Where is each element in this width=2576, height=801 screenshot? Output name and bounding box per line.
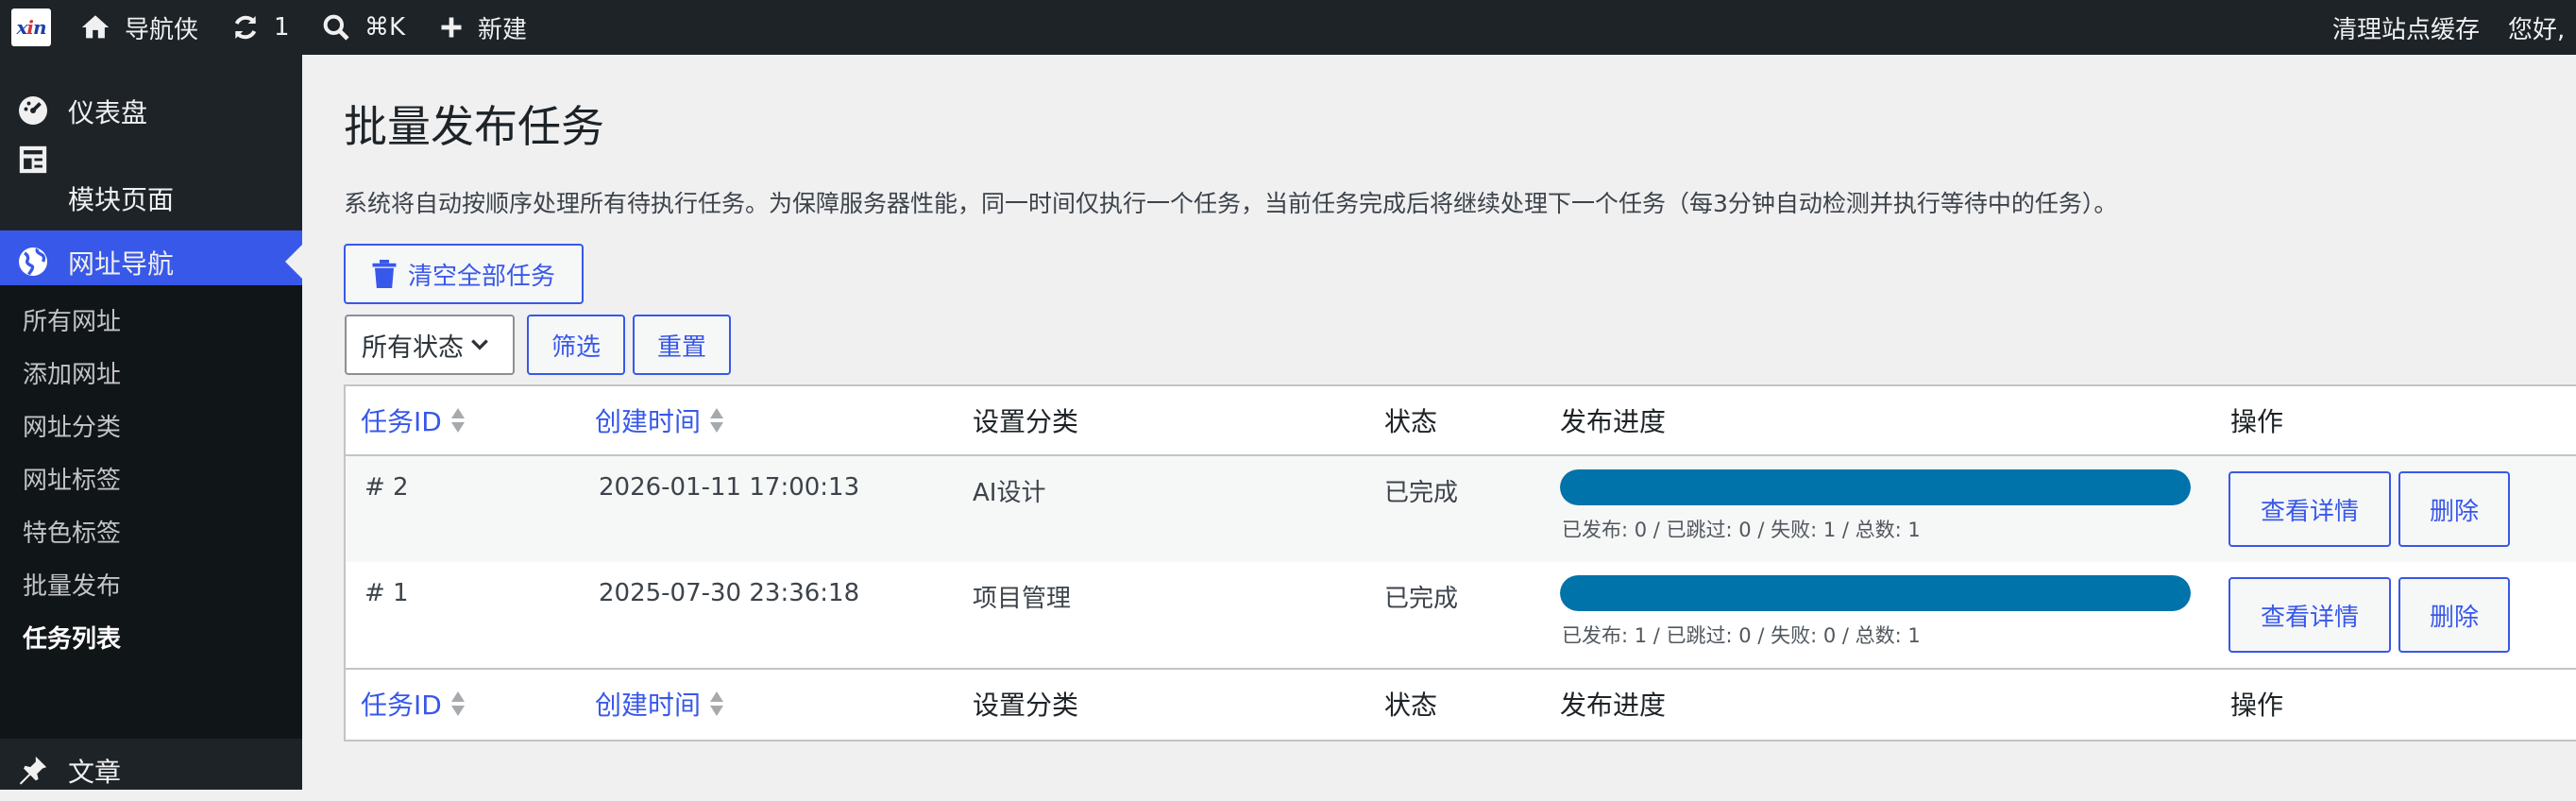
task-category: AI设计 [973,479,1046,507]
submenu-url-categories[interactable]: 网址分类 [23,408,121,443]
pin-icon [15,752,51,788]
progress-fill [1560,575,2191,611]
task-id: # 2 [364,473,409,502]
footer-header-id-label: 任务ID [361,690,442,721]
site-name: 导航侠 [125,15,199,44]
menu-dashboard-label: 仪表盘 [68,97,148,128]
search-shortcut: ⌘K [364,13,406,42]
submenu-all-urls[interactable]: 所有网址 [23,302,121,337]
menu-modules[interactable]: 模块页面 [0,145,302,230]
reset-button[interactable]: 重置 [633,315,731,375]
page-title: 批量发布任务 [344,101,604,152]
task-status: 已完成 [1384,479,1459,507]
globe-icon [15,244,51,280]
progress-bar [1560,469,2191,505]
column-header-created[interactable]: 创建时间 [595,386,724,454]
view-details-button[interactable]: 查看详情 [2229,471,2391,547]
task-category: 项目管理 [973,585,1072,613]
task-created: 2025-07-30 23:36:18 [599,579,860,607]
home-icon [81,15,110,39]
submenu-task-list[interactable]: 任务列表 [23,620,121,655]
account-menu[interactable]: 您好, [2508,0,2565,55]
task-id: # 1 [364,579,409,607]
delete-button[interactable]: 删除 [2398,471,2510,547]
nav-submenu: 所有网址 添加网址 网址分类 网址标签 特色标签 批量发布 任务列表 [0,285,302,739]
view-details-label: 查看详情 [2260,497,2359,526]
submenu-url-tags[interactable]: 网址标签 [23,461,121,496]
view-details-button[interactable]: 查看详情 [2229,577,2391,653]
progress-bar [1560,575,2191,611]
menu-posts[interactable]: 文章 [0,739,302,801]
column-header-status: 状态 [1384,406,1438,437]
reset-label: 重置 [656,332,706,362]
plus-icon [441,17,462,38]
filter-label: 筛选 [551,332,601,362]
footer-header-created[interactable]: 创建时间 [595,670,724,738]
updates-count: 1 [274,13,290,42]
clear-cache-label: 清理站点缓存 [2332,15,2481,44]
tasks-table: 任务ID 创建时间 设置分类 状态 发布进度 操作 # 2 2026-01-11… [344,384,2576,741]
sort-icon [710,690,724,718]
column-header-id[interactable]: 任务ID [361,386,465,454]
footer-header-category: 设置分类 [973,690,1079,721]
new-label: 新建 [478,15,528,44]
menu-posts-label: 文章 [68,757,122,788]
sort-icon [450,406,465,435]
sort-icon [710,406,724,435]
delete-label: 删除 [2429,497,2479,526]
table-row: # 1 2025-07-30 23:36:18 项目管理 已完成 已发布: 1 … [346,562,2576,668]
menu-nav-label: 网址导航 [68,248,175,280]
chevron-down-icon [471,339,488,350]
layout-icon [15,142,51,178]
column-header-progress: 发布进度 [1560,406,1667,437]
column-header-created-label: 创建时间 [595,406,702,437]
footer-header-id[interactable]: 任务ID [361,670,465,738]
menu-modules-label: 模块页面 [68,184,175,215]
footer-header-progress: 发布进度 [1560,690,1667,721]
dashboard-icon [15,93,51,128]
footer-header-status: 状态 [1384,690,1438,721]
footer-header-created-label: 创建时间 [595,690,702,721]
table-row: # 2 2026-01-11 17:00:13 AI设计 已完成 已发布: 0 … [346,456,2576,562]
delete-button[interactable]: 删除 [2398,577,2510,653]
trash-icon [372,260,397,288]
updates-link[interactable]: 1 [230,0,290,55]
site-logo[interactable]: xin [11,9,51,46]
new-content-link[interactable]: 新建 [438,0,527,55]
progress-fill [1560,469,2191,505]
view-details-label: 查看详情 [2260,603,2359,632]
sort-icon [450,690,465,718]
search-link[interactable]: ⌘K [321,0,405,55]
filter-button[interactable]: 筛选 [527,315,625,375]
admin-sidebar: 仪表盘 模块页面 网址导航 所有网址 添加网址 网址分类 网址标签 特色标签 批… [0,55,302,790]
task-created: 2026-01-11 17:00:13 [599,473,860,502]
page-description: 系统将自动按顺序处理所有待执行任务。为保障服务器性能，同一时间仅执行一个任务，当… [344,190,2118,217]
task-status: 已完成 [1384,585,1459,613]
status-filter-value: 所有状态 [362,332,464,363]
column-header-actions: 操作 [2230,406,2284,437]
submenu-featured-tags[interactable]: 特色标签 [23,514,121,549]
greeting: 您好, [2508,15,2566,44]
status-filter-select[interactable]: 所有状态 [345,315,515,375]
progress-stats: 已发布: 0 / 已跳过: 0 / 失败: 1 / 总数: 1 [1562,519,1921,541]
admin-bar: xin 导航侠 1 ⌘K 新建 清理站点缓存 您好, [0,0,2576,55]
column-header-category: 设置分类 [973,406,1079,437]
clear-all-label: 清空全部任务 [407,262,555,291]
footer-header-actions: 操作 [2230,690,2284,721]
clear-all-tasks-button[interactable]: 清空全部任务 [344,244,584,304]
search-icon [323,14,349,41]
clear-cache-link[interactable]: 清理站点缓存 [2332,0,2480,55]
column-header-id-label: 任务ID [361,406,442,437]
submenu-bulk-publish[interactable]: 批量发布 [23,567,121,602]
progress-stats: 已发布: 1 / 已跳过: 0 / 失败: 0 / 总数: 1 [1562,624,1921,647]
submenu-add-url[interactable]: 添加网址 [23,355,121,390]
refresh-icon [234,15,257,40]
delete-label: 删除 [2429,603,2479,632]
site-name-link[interactable]: 导航侠 [79,0,198,55]
current-menu-arrow [285,245,302,279]
